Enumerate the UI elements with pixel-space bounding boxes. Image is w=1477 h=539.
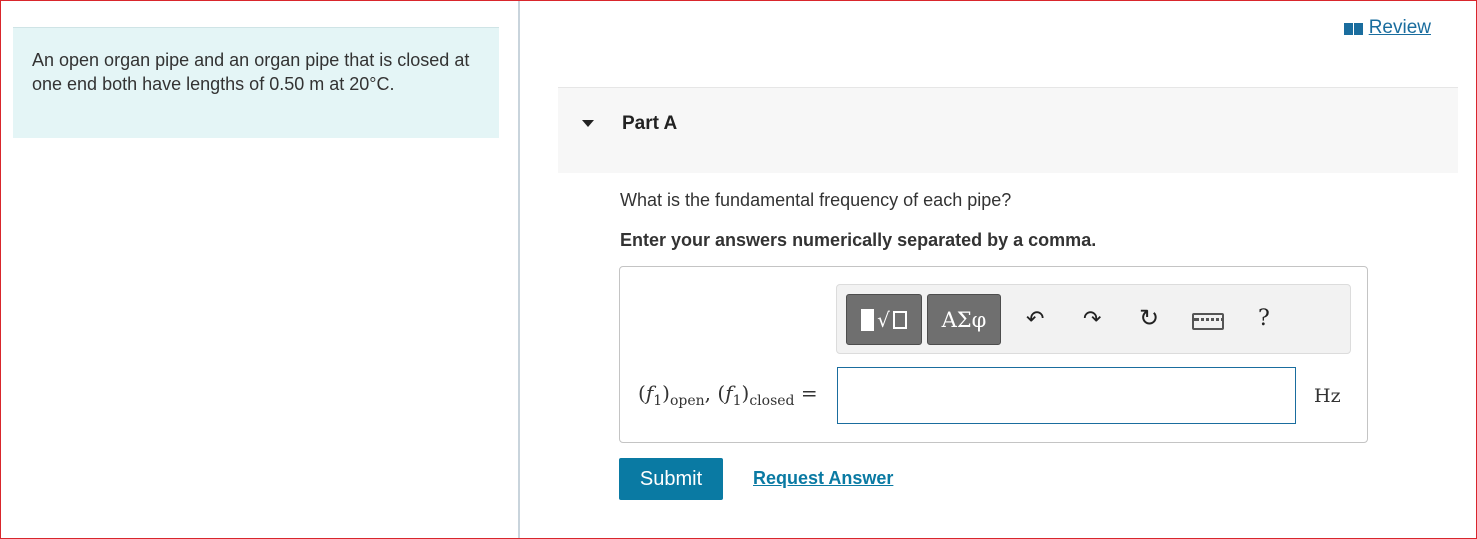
- answer-box: √ ΑΣφ ↶ ↷ ↻ ? (f1)open, (f1)closed = Hz: [619, 266, 1368, 443]
- answer-label: (f1)open, (f1)closed =: [638, 381, 818, 409]
- reset-icon[interactable]: ↻: [1139, 305, 1159, 333]
- answer-input[interactable]: [837, 367, 1296, 424]
- instruction-text: Enter your answers numerically separated…: [620, 230, 1097, 250]
- keyboard-icon[interactable]: [1192, 313, 1224, 330]
- book-icon: [1343, 23, 1363, 35]
- request-answer-link[interactable]: Request Answer: [753, 468, 893, 489]
- sqrt-icon: √: [877, 307, 890, 332]
- review-link[interactable]: Review: [1343, 17, 1431, 39]
- problem-text: An open organ pipe and an organ pipe tha…: [32, 50, 470, 94]
- submit-button[interactable]: Submit: [619, 458, 723, 500]
- redo-icon[interactable]: ↷: [1083, 305, 1101, 333]
- column-divider: [518, 1, 520, 538]
- review-label: Review: [1368, 17, 1431, 38]
- caret-down-icon[interactable]: [582, 120, 594, 127]
- templates-button[interactable]: √: [846, 294, 922, 345]
- part-a-header[interactable]: Part A: [558, 87, 1458, 173]
- undo-icon[interactable]: ↶: [1026, 305, 1044, 333]
- box-icon: [892, 310, 907, 329]
- problem-statement: An open organ pipe and an organ pipe tha…: [13, 27, 499, 138]
- greek-letters-button[interactable]: ΑΣφ: [927, 294, 1001, 345]
- part-title: Part A: [622, 113, 678, 134]
- unit-label: Hz: [1314, 385, 1341, 407]
- question-text: What is the fundamental frequency of eac…: [620, 190, 1012, 210]
- help-icon[interactable]: ?: [1258, 305, 1270, 333]
- templates-icon: [861, 308, 875, 331]
- math-toolbar: √ ΑΣφ ↶ ↷ ↻ ?: [836, 284, 1351, 354]
